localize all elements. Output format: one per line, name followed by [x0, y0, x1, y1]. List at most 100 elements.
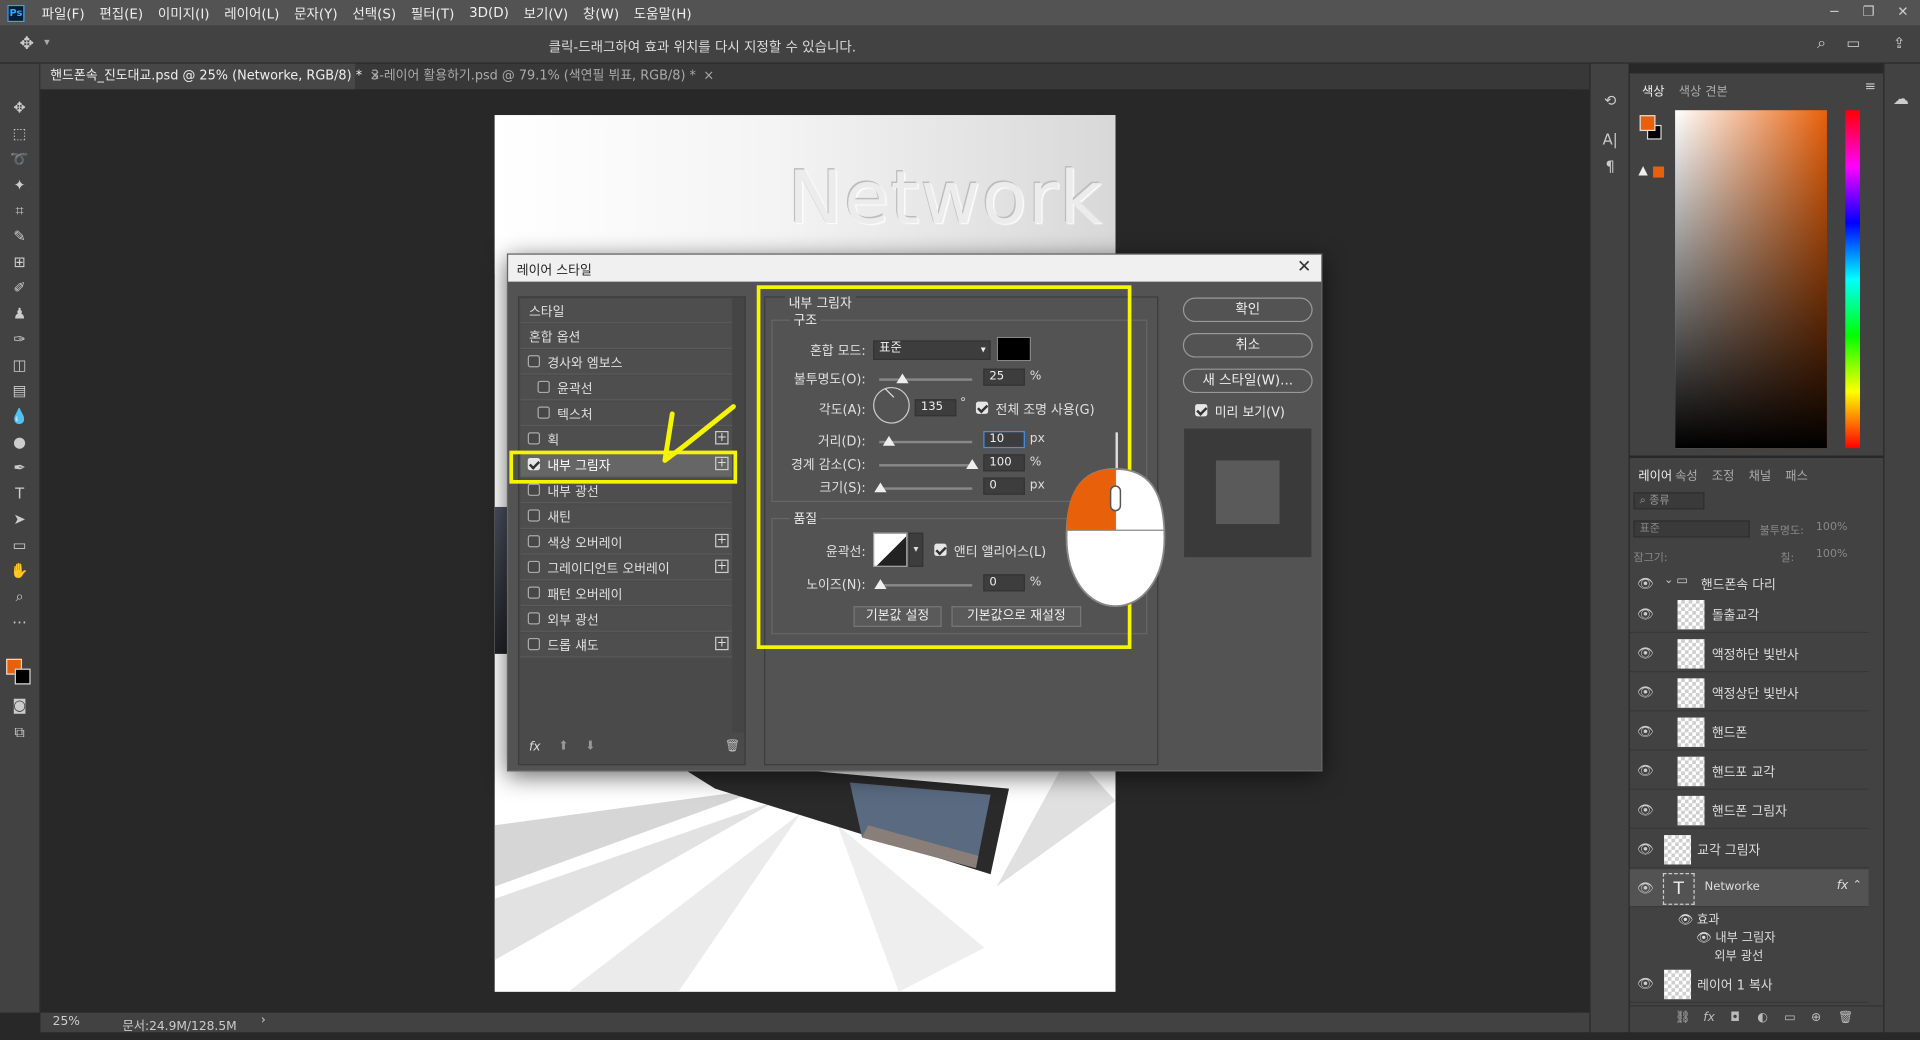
path-select-icon[interactable]: ➤ [9, 509, 31, 529]
foreground-swatch[interactable] [1639, 115, 1656, 132]
magic-wand-icon[interactable]: ✦ [9, 175, 31, 195]
tab-color[interactable]: 색상 [1642, 81, 1665, 99]
style-pattern-overlay[interactable]: 패턴 오버레이 [520, 581, 733, 607]
menu-view[interactable]: 보기(V) [516, 3, 575, 23]
tab-swatches[interactable]: 색상 견본 [1679, 81, 1728, 99]
effect-name[interactable]: 외부 광선 [1714, 945, 1763, 963]
checkbox[interactable] [537, 406, 550, 419]
menu-file[interactable]: 파일(F) [34, 3, 92, 23]
layer-group-row[interactable]: 👁 ⌄ ▭ 핸드폰속 다리 [1630, 571, 1869, 595]
checkbox[interactable] [527, 483, 541, 496]
pen-icon[interactable]: ✒ [9, 458, 31, 478]
link-icon[interactable]: ⛓ [1675, 1011, 1691, 1024]
add-icon[interactable]: + [715, 533, 729, 548]
layer-row[interactable]: 👁 핸드폰 [1629, 713, 1869, 751]
eye-icon[interactable]: 👁 [1637, 645, 1654, 661]
style-drop-shadow[interactable]: 드롭 섀도 + [520, 633, 733, 658]
close-icon[interactable]: ✕ [1886, 0, 1920, 26]
shape-icon[interactable]: ▭ [9, 535, 31, 555]
tab-document-2[interactable]: 3-레이어 활용하기.psd @ 79.1% (색연필 뷔표, RGB/8) *… [361, 64, 714, 90]
background-color-swatch[interactable] [14, 668, 31, 685]
share-icon[interactable]: ⇪ [1893, 34, 1905, 51]
menu-window[interactable]: 창(W) [576, 3, 627, 23]
hand-icon[interactable]: ✋ [9, 561, 31, 581]
add-icon[interactable]: + [715, 636, 729, 651]
chevron-right-icon[interactable]: › [261, 1014, 266, 1027]
style-bevel-emboss[interactable]: 경사와 엠보스 [520, 350, 733, 375]
type-icon[interactable]: T [9, 484, 31, 504]
move-tool-icon[interactable]: ✥ [20, 34, 34, 54]
checkbox[interactable] [537, 380, 550, 394]
checkbox[interactable] [527, 586, 541, 599]
layer-row[interactable]: 👁 교각 그림자 [1629, 830, 1869, 869]
move-up-icon[interactable]: ⬆ [558, 740, 568, 753]
close-icon[interactable]: × [703, 69, 714, 84]
checkbox[interactable] [527, 432, 541, 445]
style-gradient-overlay[interactable]: 그레이디언트 오버레이 + [520, 555, 733, 581]
dodge-icon[interactable]: ● [9, 432, 31, 452]
restore-icon[interactable]: ❐ [1851, 0, 1885, 26]
move-down-icon[interactable]: ⬇ [585, 740, 595, 753]
menu-image[interactable]: 이미지(I) [151, 3, 217, 23]
new-layer-icon[interactable]: ⊕ [1811, 1011, 1821, 1024]
tab-document-1[interactable]: 핸드폰속_진도대교.psd @ 25% (Networke, RGB/8) * × [40, 63, 380, 90]
eye-icon[interactable]: 👁 [1637, 606, 1654, 622]
menu-filter[interactable]: 필터(T) [404, 3, 462, 23]
trash-icon[interactable]: 🗑 [725, 740, 741, 753]
opacity-value[interactable]: 100% [1816, 522, 1848, 534]
checkbox[interactable] [527, 612, 541, 625]
lasso-icon[interactable]: ➰ [9, 149, 31, 169]
layer-filter-select[interactable]: ⌕ 종류 [1633, 492, 1705, 510]
chevron-down-icon[interactable]: ⌄ [1664, 574, 1673, 586]
menu-3d[interactable]: 3D(D) [462, 5, 517, 21]
search-icon[interactable]: ⌕ [1817, 34, 1826, 52]
color-field[interactable] [1675, 110, 1827, 449]
zoom-level[interactable]: 25% [53, 1015, 80, 1028]
zoom-icon[interactable]: ⌕ [9, 587, 31, 607]
workspace-icon[interactable]: ▭ [1847, 34, 1861, 51]
styles-header[interactable]: 스타일 [520, 298, 733, 324]
crop-icon[interactable]: ⌗ [9, 201, 31, 221]
marquee-icon[interactable]: ⬚ [9, 124, 31, 144]
quick-mask-icon[interactable]: ◙ [9, 696, 31, 716]
layer-row[interactable]: 👁 액정하단 빛반사 [1629, 634, 1869, 673]
more-tools-icon[interactable]: ⋯ [9, 612, 31, 632]
gamut-swatch[interactable] [1653, 166, 1665, 178]
add-icon[interactable]: + [715, 559, 729, 574]
folder-icon[interactable]: ▭ [1784, 1011, 1796, 1024]
stamp-icon[interactable]: ♟ [9, 304, 31, 324]
history-brush-icon[interactable]: ✑ [9, 329, 31, 349]
hue-slider[interactable] [1845, 110, 1861, 449]
tab-layers[interactable]: 레이어 [1638, 465, 1672, 483]
effect-item[interactable]: 👁 내부 그림자 [1696, 927, 1776, 945]
style-satin[interactable]: 새틴 [520, 504, 733, 529]
eye-icon[interactable]: 👁 [1637, 684, 1654, 700]
layer-row[interactable]: 👁 레이어 1 복사 [1629, 965, 1869, 1003]
checkbox[interactable] [527, 355, 541, 368]
ok-button[interactable]: 확인 [1182, 297, 1313, 323]
eyedropper-icon[interactable]: ✎ [9, 227, 31, 247]
history-icon[interactable]: ⟲ [1599, 91, 1621, 111]
eye-icon[interactable]: 👁 [1637, 802, 1654, 818]
layer-row-selected[interactable]: 👁 T Networke fx ⌃ [1629, 869, 1869, 908]
eye-icon[interactable]: 👁 [1637, 841, 1654, 857]
effects-label[interactable]: 👁 효과 [1678, 909, 1720, 926]
scrollbar[interactable] [732, 297, 745, 733]
eraser-icon[interactable]: ◫ [9, 355, 31, 375]
style-contour[interactable]: 윤곽선 [520, 375, 733, 401]
patch-icon[interactable]: ⊞ [9, 252, 31, 272]
close-icon[interactable]: ✕ [1297, 257, 1311, 277]
brush-icon[interactable]: ✐ [9, 278, 31, 298]
menu-layer[interactable]: 레이어(L) [217, 3, 287, 23]
chevron-up-icon[interactable]: ⌃ [1853, 879, 1862, 891]
menu-select[interactable]: 선택(S) [345, 3, 404, 23]
minimize-icon[interactable]: ─ [1817, 0, 1851, 26]
paragraph-icon[interactable]: ¶ [1599, 157, 1621, 177]
fx-icon[interactable]: fx [529, 741, 541, 754]
preview-checkbox[interactable] [1195, 404, 1208, 417]
blending-options[interactable]: 혼합 옵션 [520, 324, 733, 349]
layer-row[interactable]: 👁 액정상단 빛반사 [1629, 673, 1869, 712]
character-icon[interactable]: A| [1599, 130, 1621, 150]
eye-icon[interactable]: 👁 [1637, 724, 1654, 740]
layer-row[interactable]: 👁 핸드폰 그림자 [1629, 791, 1869, 829]
